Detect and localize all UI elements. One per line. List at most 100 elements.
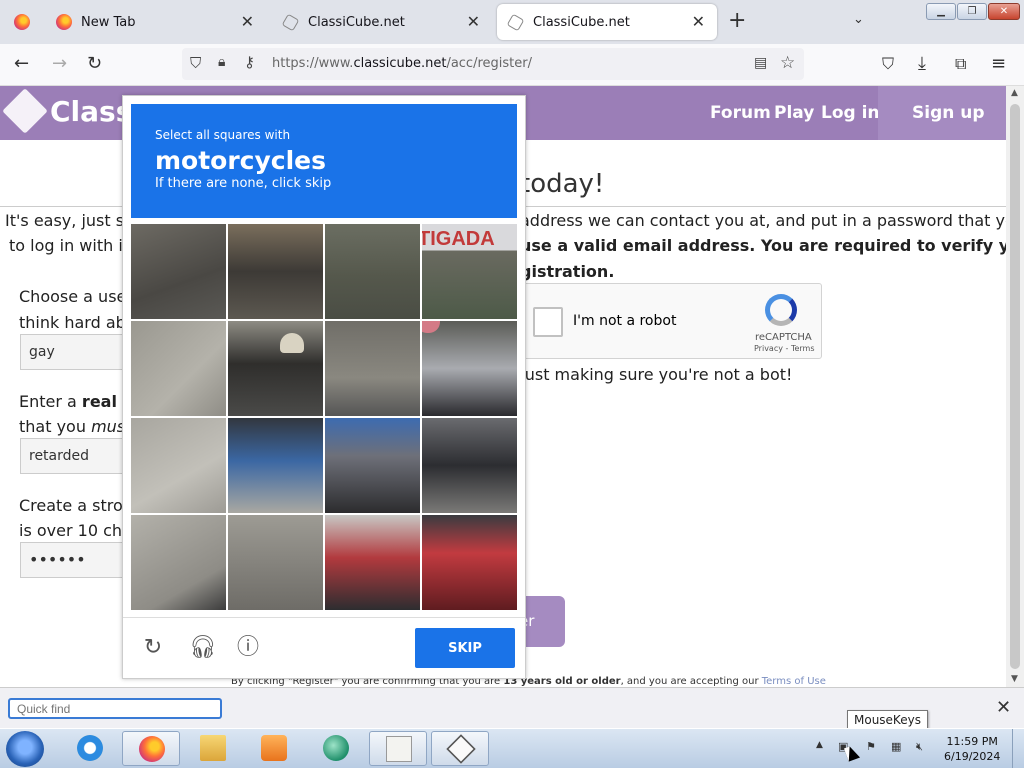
captcha-tile[interactable]	[131, 224, 226, 319]
audio-icon[interactable]: 🎧︎	[189, 636, 217, 660]
pocket-icon[interactable]: ⛉	[882, 54, 894, 74]
recaptcha-checkbox[interactable]	[533, 307, 563, 337]
recaptcha-privacy-terms[interactable]: Privacy - Terms	[754, 344, 815, 353]
restore-button[interactable]: ❐	[957, 3, 987, 20]
info-icon[interactable]: ⓘ	[236, 636, 260, 660]
firefox-icon	[56, 14, 72, 30]
tab-close-icon[interactable]: ✕	[241, 14, 254, 30]
minimize-button[interactable]: ▁	[926, 3, 956, 20]
captcha-tile[interactable]	[325, 515, 420, 610]
bot-note: Just making sure you're not a bot!	[520, 365, 793, 384]
intro-text-right-1: address we can contact you at, and put i…	[520, 211, 1006, 230]
new-tab-icon[interactable]: +	[728, 10, 746, 32]
captcha-tile[interactable]	[422, 418, 517, 513]
captcha-skip-hint: If there are none, click skip	[155, 176, 332, 191]
captcha-tile[interactable]	[422, 515, 517, 610]
address-bar[interactable]: ⛉ 🔒︎ ⚷ https://www.classicube.net/acc/re…	[182, 48, 804, 80]
captcha-footer: ↻ 🎧︎ ⓘ SKIP	[123, 617, 525, 679]
captcha-tile[interactable]	[325, 321, 420, 416]
firefox-icon	[14, 14, 30, 30]
menu-icon[interactable]: ≡	[991, 54, 1006, 74]
downloads-icon[interactable]: ⤓	[918, 54, 926, 74]
taskbar: ▲ ▣ ⚑ ▦ 🔇︎ 11:59 PM 6/19/2024	[0, 728, 1024, 768]
taskbar-media-player[interactable]	[245, 731, 303, 766]
network-icon[interactable]: ▦	[891, 740, 905, 754]
key-icon[interactable]: ⚷	[244, 53, 255, 71]
quick-find-input[interactable]	[8, 698, 222, 719]
captcha-tile[interactable]	[228, 515, 323, 610]
document-icon	[386, 736, 412, 762]
classicube-logo-icon[interactable]	[2, 88, 48, 134]
lock-icon[interactable]: 🔒︎	[218, 54, 225, 70]
scrollbar-thumb[interactable]	[1010, 104, 1020, 669]
captcha-tile[interactable]	[131, 418, 226, 513]
back-icon[interactable]: ←	[14, 54, 29, 74]
taskbar-ie[interactable]	[61, 731, 119, 766]
start-button-icon[interactable]	[6, 731, 44, 767]
page-scrollbar[interactable]: ▲ ▼	[1006, 86, 1024, 687]
taskbar-document[interactable]	[369, 731, 427, 766]
captcha-tile[interactable]	[325, 418, 420, 513]
captcha-tile[interactable]: TIGADA	[422, 224, 517, 319]
tab-bar: New Tab ✕ ClassiCube.net ✕ ClassiCube.ne…	[0, 0, 1024, 44]
taskbar-app[interactable]	[307, 731, 365, 766]
close-window-button[interactable]: ✕	[988, 3, 1020, 20]
username-label-1: Choose a user	[19, 287, 133, 306]
clock-time: 11:59 PM	[946, 735, 998, 748]
tracking-shield-icon[interactable]: ⛉	[190, 54, 201, 72]
taskbar-classicube[interactable]	[431, 731, 489, 766]
bookmark-star-icon[interactable]: ☆	[780, 53, 795, 73]
recaptcha-widget: I'm not a robot reCAPTCHA Privacy - Term…	[520, 283, 822, 359]
captcha-tile[interactable]	[325, 224, 420, 319]
system-clock[interactable]: 11:59 PM 6/19/2024	[944, 734, 1000, 764]
tab-new-tab[interactable]: New Tab ✕	[46, 4, 266, 40]
show-desktop-button[interactable]	[1012, 729, 1024, 768]
skip-button[interactable]: SKIP	[415, 628, 515, 668]
tab-close-icon[interactable]: ✕	[467, 14, 480, 30]
captcha-tile[interactable]	[131, 515, 226, 610]
email-field[interactable]: retarded	[20, 438, 130, 474]
helmet-decor	[422, 321, 440, 333]
captcha-tile[interactable]	[422, 321, 517, 416]
captcha-tile[interactable]	[228, 418, 323, 513]
nav-login[interactable]: Log in	[821, 103, 880, 123]
reload-icon[interactable]: ↻	[141, 636, 165, 660]
extensions-icon[interactable]: ⧉	[955, 54, 966, 74]
terms-link[interactable]: Terms of Use	[762, 676, 826, 687]
explorer-icon	[200, 735, 226, 761]
scroll-up-icon[interactable]: ▲	[1011, 88, 1018, 98]
username-label-2: think hard abo	[19, 313, 136, 332]
list-all-tabs-icon[interactable]: ⌄	[853, 12, 864, 27]
signup-label: Sign up	[912, 103, 985, 123]
scroll-down-icon[interactable]: ▼	[1011, 674, 1018, 684]
captcha-tile[interactable]	[131, 321, 226, 416]
password-field[interactable]: ••••••	[20, 542, 130, 578]
nav-signup[interactable]: Sign up	[878, 86, 1006, 140]
page-heading: today!	[520, 169, 605, 199]
tab-classicube-1[interactable]: ClassiCube.net ✕	[272, 4, 492, 40]
forward-icon[interactable]: →	[52, 54, 67, 74]
captcha-tile[interactable]	[228, 321, 323, 416]
close-find-bar-icon[interactable]: ✕	[996, 697, 1011, 718]
site-logo-text[interactable]: Class	[50, 95, 132, 128]
show-hidden-icons[interactable]: ▲	[816, 740, 830, 754]
page-icon	[506, 13, 525, 31]
tooltip: MouseKeys	[847, 710, 928, 730]
tab-close-icon[interactable]: ✕	[692, 14, 705, 30]
nav-forum[interactable]: Forum	[710, 103, 771, 123]
taskbar-firefox[interactable]	[122, 731, 180, 766]
taskbar-explorer[interactable]	[184, 731, 242, 766]
captcha-challenge-popup: Select all squares with motorcycles If t…	[122, 95, 526, 679]
firefox-view-button[interactable]	[4, 4, 40, 40]
intro-text-right-3: gistration.	[520, 262, 615, 281]
reload-icon[interactable]: ↻	[87, 54, 102, 74]
tab-label: ClassiCube.net	[533, 14, 630, 30]
reader-view-icon[interactable]: ▤	[754, 55, 767, 71]
tab-classicube-active[interactable]: ClassiCube.net ✕	[497, 4, 717, 40]
username-field[interactable]: gay	[20, 334, 130, 370]
nav-play[interactable]: Play	[774, 103, 814, 123]
action-center-flag-icon[interactable]: ⚑	[866, 740, 880, 754]
helmet-decor	[280, 333, 304, 353]
volume-muted-icon[interactable]: 🔇︎	[916, 740, 930, 754]
captcha-tile[interactable]	[228, 224, 323, 319]
